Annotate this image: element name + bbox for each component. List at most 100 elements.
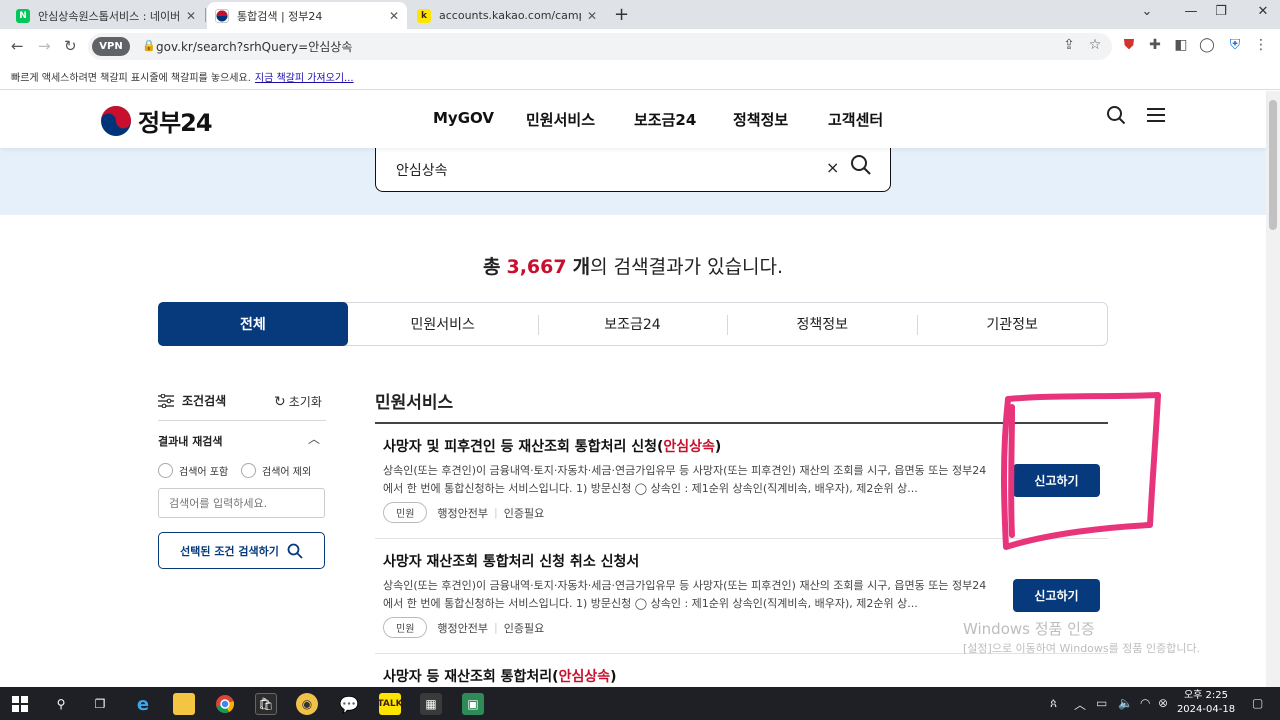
close-tab-icon[interactable]: ✕ — [389, 9, 399, 23]
new-tab-button[interactable]: + — [614, 4, 629, 25]
chevron-up-icon[interactable]: ︿ — [308, 430, 320, 447]
browser-tab-gov24[interactable]: 통합검색 | 정부24 ✕ — [207, 2, 407, 29]
clear-search-icon[interactable]: × — [826, 158, 839, 177]
hamburger-menu-icon[interactable] — [1146, 105, 1166, 130]
store-icon[interactable]: 🛍 — [255, 693, 277, 715]
auth-label: 인증필요 — [503, 621, 545, 635]
summary-unit: 개 — [572, 256, 591, 278]
gov24-favicon-icon — [215, 8, 229, 23]
apply-label: 선택된 조건 검색하기 — [180, 544, 279, 558]
bookmarks-bar: 빠르게 액세스하려면 책갈피 표시줄에 책갈피를 놓으세요. 지금 책갈피 가져오… — [0, 63, 1280, 90]
logo-text: 정부24 — [138, 109, 213, 137]
back-arrow-icon[interactable]: ← — [11, 37, 24, 55]
apply-filter-button[interactable]: 선택된 조건 검색하기 — [158, 532, 325, 569]
address-bar[interactable]: VPN 🔒 gov.kr/search?srhQuery=안심상속 — [88, 33, 1112, 60]
side-panel-icon[interactable]: ◧ — [1172, 37, 1190, 53]
kakao-favicon-icon: k — [417, 8, 431, 23]
whale-browser-icon[interactable]: ◉ — [296, 693, 318, 715]
include-keyword-radio[interactable]: 검색어 포함 — [158, 463, 228, 478]
url-text[interactable]: gov.kr/search?srhQuery=안심상속 — [156, 38, 352, 55]
maximize-icon[interactable]: ❐ — [1206, 4, 1236, 19]
naver-favicon-icon: N — [16, 8, 30, 23]
reload-icon[interactable]: ↻ — [64, 37, 77, 55]
tab-title: 통합검색 | 정부24 — [237, 9, 323, 23]
wifi-icon[interactable]: ◠ — [1140, 696, 1150, 710]
exclude-keyword-radio[interactable]: 검색어 제외 — [241, 463, 311, 478]
tab-search-chevron-icon[interactable]: ⌄ — [1132, 4, 1162, 19]
tab-policy-info[interactable]: 정책정보 — [727, 303, 917, 345]
close-window-icon[interactable]: ✕ — [1248, 4, 1278, 19]
browser-tab-kakao[interactable]: k accounts.kakao.com/campaigns ✕ — [409, 2, 605, 29]
chrome-icon[interactable] — [214, 693, 236, 715]
result-item: 사망자 등 재산조회 통합처리(안심상속) — [383, 666, 1108, 686]
tab-agency-info[interactable]: 기관정보 — [917, 303, 1107, 345]
notification-icon[interactable]: ▢ — [1252, 696, 1263, 710]
search-submit-icon[interactable] — [850, 154, 872, 182]
search-icon[interactable]: ⚲ — [50, 693, 72, 715]
search-input[interactable]: 안심상속 — [396, 160, 448, 180]
summary-prefix: 총 — [482, 256, 501, 278]
bookmarks-hint: 빠르게 액세스하려면 책갈피 표시줄에 책갈피를 놓으세요. — [11, 73, 251, 84]
tab-title: 안심상속원스톱서비스 : 네이버 — [38, 9, 180, 23]
extensions-puzzle-icon[interactable]: ✚ — [1146, 37, 1164, 53]
close-tab-icon[interactable]: ✕ — [587, 9, 597, 23]
windows-start-icon[interactable] — [9, 693, 31, 715]
minimize-icon[interactable]: — — [1176, 4, 1206, 19]
refine-search-input[interactable] — [158, 488, 325, 518]
close-tab-icon[interactable]: ✕ — [186, 9, 196, 23]
nav-civil-service[interactable]: 민원서비스 — [526, 109, 595, 130]
clock-time: 오후 2:25 — [1183, 690, 1229, 701]
radio-circle — [158, 463, 173, 478]
bookmark-star-icon[interactable]: ☆ — [1086, 37, 1104, 53]
browser-tab-naver[interactable]: N 안심상속원스톱서비스 : 네이버 ✕ — [8, 2, 204, 29]
summary-suffix: 의 검색결과가 있습니다. — [590, 256, 784, 278]
file-explorer-icon[interactable] — [173, 693, 195, 715]
site-logo[interactable]: 정부24 — [100, 103, 213, 138]
scrollbar-thumb[interactable] — [1269, 100, 1277, 230]
site-header: 정부24 MyGOV 민원서비스 보조금24 정책정보 고객센터 — [0, 91, 1266, 148]
system-clock[interactable]: 오후 2:25 2024-04-18 — [1176, 689, 1236, 717]
import-bookmarks-link[interactable]: 지금 책갈피 가져오기... — [255, 73, 354, 84]
reset-button[interactable]: ↻ 초기화 — [274, 393, 322, 410]
share-icon[interactable]: ⇪ — [1060, 37, 1078, 53]
tab-all[interactable]: 전체 — [158, 302, 348, 346]
tab-civil-service[interactable]: 민원서비스 — [348, 303, 538, 345]
kakaotalk-icon[interactable]: TALK — [377, 693, 403, 715]
report-button[interactable]: 신고하기 — [1013, 579, 1100, 612]
forward-arrow-icon[interactable]: → — [38, 37, 51, 55]
ime-icon[interactable]: ⊗ — [1158, 696, 1168, 710]
tray-chevron-up-icon[interactable]: ︿ — [1074, 696, 1086, 713]
result-count: 3,667 — [506, 256, 567, 278]
security-shield-icon[interactable]: ⛨ — [1226, 37, 1244, 53]
radio-label: 검색어 제외 — [262, 467, 312, 478]
radio-label: 검색어 포함 — [179, 467, 229, 478]
nav-customer-center[interactable]: 고객센터 — [828, 109, 883, 130]
people-icon[interactable]: ጰ — [1050, 696, 1057, 711]
profile-icon[interactable]: ◯ — [1198, 37, 1216, 53]
more-menu-icon[interactable]: ⋮ — [1252, 37, 1270, 53]
filter-title: 조건검색 — [182, 394, 227, 408]
task-view-icon[interactable]: ❐ — [89, 693, 111, 715]
site-info-lock-icon[interactable]: 🔒 — [142, 39, 156, 52]
battery-icon[interactable]: ▭ — [1096, 696, 1107, 710]
wechat-icon[interactable]: 💬 — [338, 693, 360, 715]
nav-mygov[interactable]: MyGOV — [433, 109, 494, 127]
image-app-icon[interactable]: ▣ — [462, 693, 484, 715]
calculator-icon[interactable]: ▦ — [420, 693, 442, 715]
refine-search-title: 결과내 재검색 — [158, 435, 223, 448]
taegeuk-logo-icon — [101, 105, 131, 136]
edge-icon[interactable]: e — [132, 693, 154, 715]
volume-icon[interactable]: 🔈 — [1118, 696, 1133, 710]
tab-subsidy24[interactable]: 보조금24 — [537, 303, 728, 345]
adblock-extension-icon[interactable]: ⛊ — [1120, 37, 1138, 53]
result-title[interactable]: 사망자 등 재산조회 통합처리(안심상속) — [383, 666, 1108, 686]
nav-policy-info[interactable]: 정책정보 — [733, 109, 788, 130]
activation-watermark-title: Windows 정품 인증 — [963, 620, 1095, 638]
activation-watermark-subtitle: [설정]으로 이동하여 Windows를 정품 인증합니다. — [963, 642, 1201, 655]
reset-label: 초기화 — [288, 395, 322, 409]
nav-subsidy24[interactable]: 보조금24 — [634, 109, 696, 130]
header-search-icon[interactable] — [1106, 105, 1126, 130]
filter-sliders-icon — [158, 393, 174, 408]
vpn-badge[interactable]: VPN — [92, 37, 130, 56]
search-box[interactable]: 안심상속 × — [375, 148, 891, 192]
